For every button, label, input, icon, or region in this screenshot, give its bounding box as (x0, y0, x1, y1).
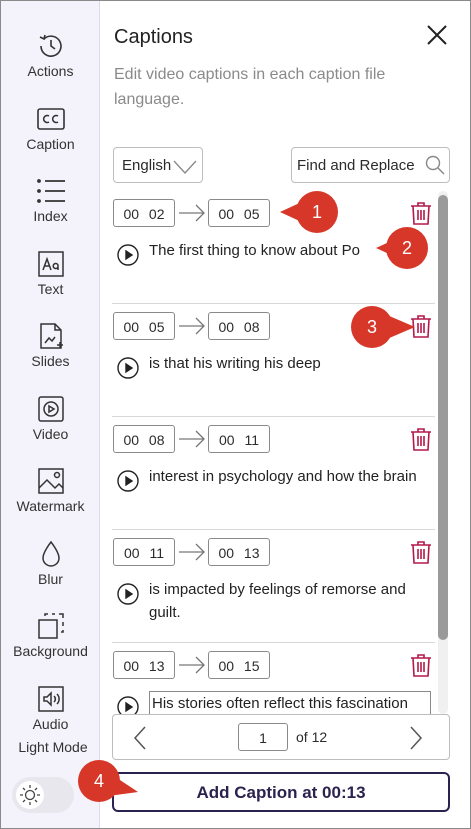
callout-number: 1 (296, 191, 338, 233)
sidebar-item-label: Slides (31, 353, 70, 369)
caption-text[interactable]: is that his writing his deep (149, 352, 431, 375)
sidebar-item-label: Audio (32, 716, 69, 732)
trash-icon[interactable] (410, 201, 432, 225)
play-icon[interactable] (117, 696, 139, 714)
trash-icon[interactable] (410, 540, 432, 564)
sidebar-item-watermark[interactable]: Watermark (1, 466, 100, 514)
caption-entry: 00 08 00 11 interest in psychology and h… (112, 417, 435, 530)
sidebar-item-background[interactable]: Background (1, 611, 100, 659)
history-icon (39, 34, 62, 57)
image-icon (37, 468, 64, 494)
arrow-right-icon (179, 543, 205, 561)
panel-subtitle: Edit video captions in each caption file… (114, 66, 386, 108)
sidebar-item-label: Video (32, 426, 69, 442)
sidebar-item-blur[interactable]: Blur (1, 539, 100, 587)
play-icon[interactable] (117, 470, 139, 492)
chevron-down-icon (173, 160, 197, 174)
arrow-right-icon (179, 430, 205, 448)
chevron-right-icon[interactable] (409, 726, 423, 750)
trash-icon[interactable] (410, 653, 432, 677)
caption-text[interactable]: is impacted by feelings of remorse and g… (149, 578, 431, 624)
slides-icon (39, 323, 63, 349)
end-time-field[interactable]: 00 11 (208, 425, 270, 453)
pagination: 1 of 12 (112, 714, 450, 760)
sidebar-item-text[interactable]: Text (1, 249, 100, 297)
sidebar-item-label: Actions (27, 63, 74, 79)
end-time-field[interactable]: 00 05 (208, 199, 270, 227)
light-mode-label: Light Mode (18, 739, 88, 755)
trash-icon[interactable] (410, 427, 432, 451)
toggle-knob (16, 781, 44, 809)
sidebar-item-label: Watermark (16, 498, 85, 514)
start-time-field[interactable]: 00 02 (113, 199, 175, 227)
start-time-field[interactable]: 00 11 (113, 538, 175, 566)
panel-title: Captions (114, 26, 193, 48)
sidebar-item-label: Blur (38, 571, 63, 587)
sidebar-item-audio[interactable]: Audio (1, 684, 100, 732)
end-time-field[interactable]: 00 15 (208, 651, 270, 679)
caption-text[interactable]: interest in psychology and how the brain (149, 465, 431, 488)
sidebar-item-label: Text (37, 281, 64, 297)
caption-entry: 00 11 00 13 is impacted by feelings of r… (112, 530, 435, 643)
play-icon[interactable] (117, 357, 139, 379)
language-value: English (122, 157, 172, 174)
sidebar-item-caption[interactable]: Caption (1, 104, 100, 152)
sidebar: Actions Caption Index Text Slides Video … (1, 1, 100, 828)
light-mode-toggle[interactable] (12, 777, 74, 813)
captions-panel: Captions Edit video captions in each cap… (101, 1, 470, 828)
sidebar-item-label: Index (33, 208, 68, 224)
caption-entry: 00 13 00 15 His stories often reflect th… (112, 643, 435, 714)
page-number-input[interactable]: 1 (238, 723, 288, 751)
sidebar-item-label: Caption (26, 136, 75, 152)
cc-icon (36, 108, 65, 130)
caption-list-scrollbar[interactable] (438, 191, 448, 714)
caption-list[interactable]: 00 02 00 05 The first thing to know abou… (112, 191, 435, 714)
start-time-field[interactable]: 00 05 (113, 312, 175, 340)
sidebar-item-slides[interactable]: Slides (1, 321, 100, 369)
audio-icon (37, 686, 64, 712)
play-icon[interactable] (117, 244, 139, 266)
caption-text-input[interactable]: His stories often reflect this fascinati… (149, 691, 431, 714)
sidebar-item-video[interactable]: Video (1, 394, 100, 442)
arrow-right-icon (179, 656, 205, 674)
add-caption-button[interactable]: Add Caption at 00:13 (112, 772, 450, 812)
start-time-field[interactable]: 00 08 (113, 425, 175, 453)
play-icon[interactable] (117, 583, 139, 605)
find-replace-label: Find and Replace (297, 157, 415, 174)
language-select[interactable]: English (113, 147, 203, 183)
sidebar-item-actions[interactable]: Actions (1, 31, 100, 79)
callout-number: 3 (351, 306, 393, 348)
end-time-field[interactable]: 00 08 (208, 312, 270, 340)
page-total-label: of 12 (296, 729, 328, 745)
close-icon[interactable] (423, 21, 451, 49)
search-icon (425, 155, 445, 175)
list-icon (36, 179, 65, 203)
callout-number: 2 (386, 227, 428, 269)
start-time-field[interactable]: 00 13 (113, 651, 175, 679)
callout-number: 4 (78, 760, 120, 802)
sidebar-item-label: Background (13, 643, 88, 659)
arrow-right-icon (179, 317, 205, 335)
video-icon (37, 396, 64, 422)
sidebar-item-index[interactable]: Index (1, 176, 100, 224)
background-icon (37, 613, 64, 639)
chevron-left-icon[interactable] (133, 726, 147, 750)
end-time-field[interactable]: 00 13 (208, 538, 270, 566)
droplet-icon (41, 540, 60, 567)
arrow-right-icon (179, 204, 205, 222)
sun-icon (20, 785, 40, 805)
find-replace-button[interactable]: Find and Replace (291, 147, 450, 183)
text-icon (37, 251, 64, 277)
